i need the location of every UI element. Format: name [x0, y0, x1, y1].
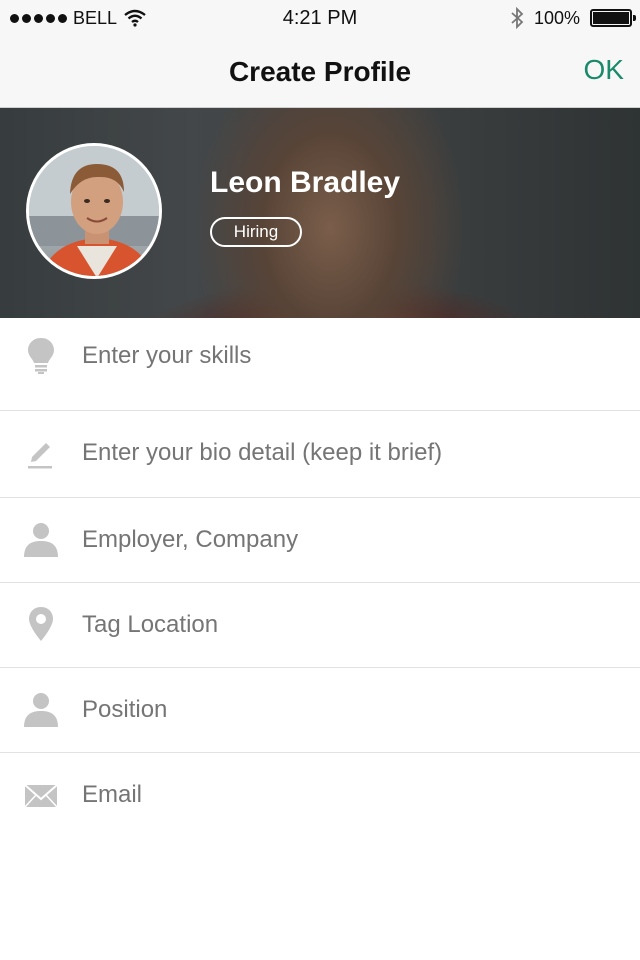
profile-name: Leon Bradley: [210, 166, 401, 199]
bluetooth-icon: [511, 7, 524, 29]
nav-bar: Create Profile OK: [0, 36, 640, 108]
location-pin-icon: [29, 607, 53, 641]
location-row[interactable]: [0, 583, 640, 668]
position-row[interactable]: [0, 668, 640, 753]
email-row[interactable]: [0, 753, 640, 838]
employer-row[interactable]: [0, 498, 640, 583]
status-badge[interactable]: Hiring: [210, 217, 302, 247]
position-input[interactable]: [82, 696, 622, 724]
skills-input[interactable]: [82, 342, 622, 370]
battery-percent: 100%: [533, 7, 580, 28]
status-right: 100%: [510, 0, 636, 36]
skills-row[interactable]: [0, 318, 640, 411]
bio-input[interactable]: [82, 439, 622, 467]
ok-button[interactable]: OK: [584, 54, 624, 86]
email-input[interactable]: [82, 781, 622, 809]
page-title: Create Profile: [228, 56, 412, 87]
person-icon: [24, 693, 58, 727]
avatar[interactable]: [26, 143, 162, 279]
envelope-icon: [24, 784, 58, 808]
avatar-photo: [29, 146, 159, 276]
battery-icon: [590, 9, 636, 27]
lightbulb-icon: [28, 338, 54, 374]
location-input[interactable]: [82, 611, 622, 639]
bio-row[interactable]: [0, 411, 640, 498]
pencil-icon: [28, 443, 52, 469]
employer-input[interactable]: [82, 526, 622, 554]
status-bar: BELL 4:21 PM 100%: [0, 0, 640, 36]
person-icon: [24, 523, 58, 557]
